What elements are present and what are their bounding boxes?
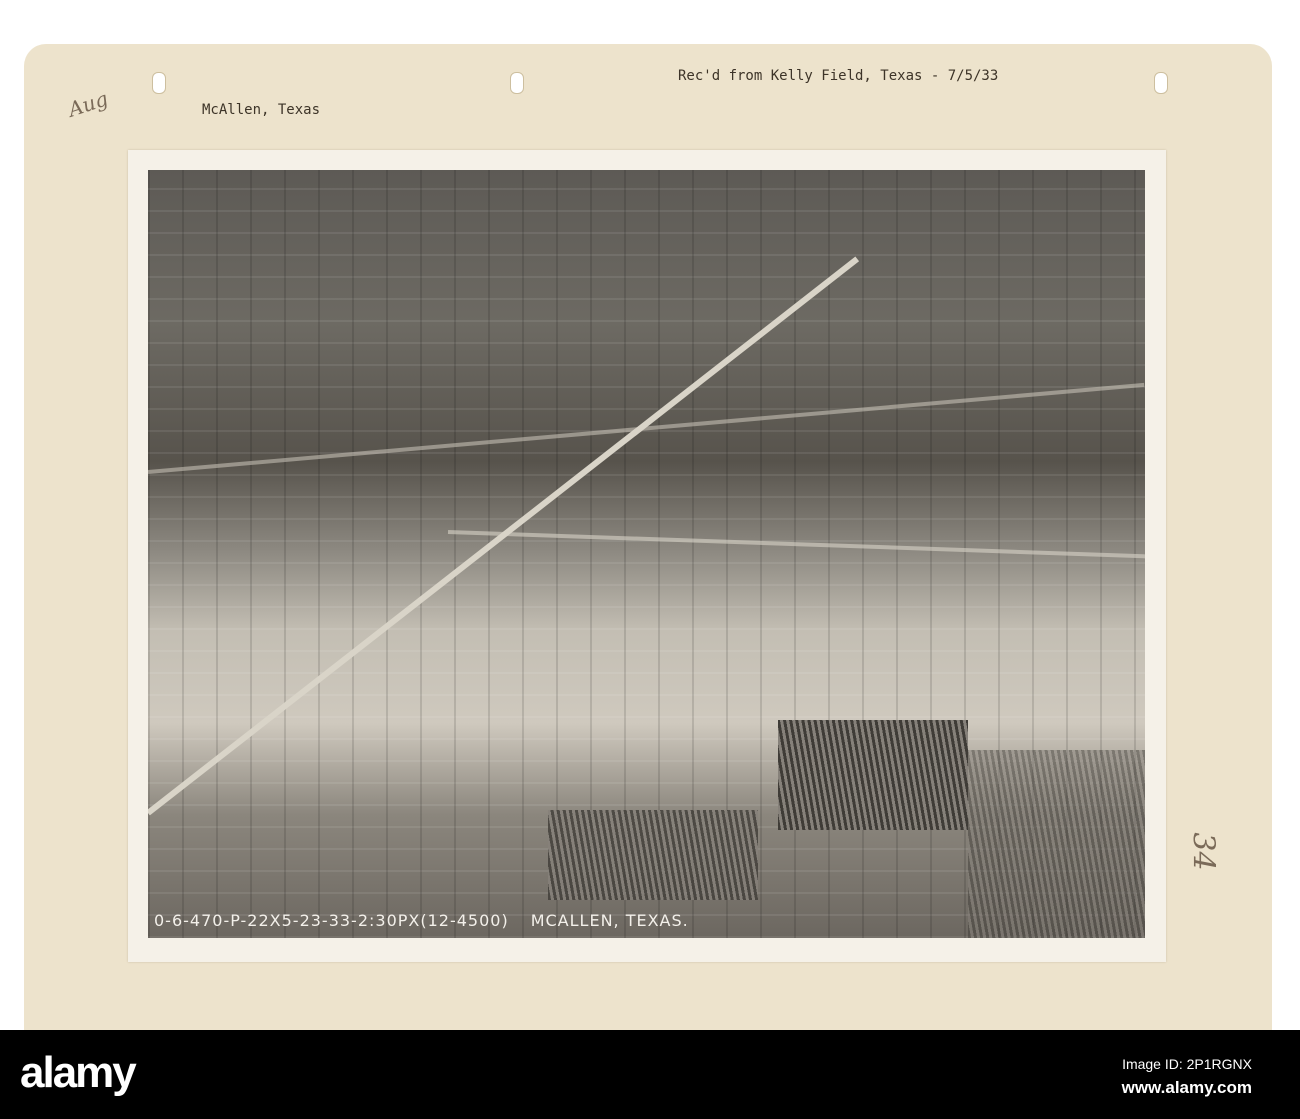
orchard (548, 810, 758, 900)
caption-code: 0-6-470-P-22X5-23-33-2:30PX(12-4500) (154, 911, 509, 930)
caption-place: MCALLEN, TEXAS. (530, 911, 689, 930)
footer-bar: alamy Image ID: 2P1RGNX www.alamy.com (0, 1030, 1300, 1119)
aerial-photo: 0-6-470-P-22X5-23-33-2:30PX(12-4500) MCAL… (148, 170, 1145, 938)
photo-caption: 0-6-470-P-22X5-23-33-2:30PX(12-4500) MCAL… (154, 911, 711, 930)
location-label: McAllen, Texas (202, 102, 321, 118)
orchard (778, 720, 968, 830)
punch-hole (152, 72, 166, 94)
punch-hole (510, 72, 524, 94)
site-url[interactable]: www.alamy.com (1122, 1078, 1252, 1098)
punch-hole (1154, 72, 1168, 94)
image-id: Image ID: 2P1RGNX (1122, 1056, 1252, 1072)
handwritten-note: Aug (65, 86, 111, 122)
handwritten-number: 34 (1185, 832, 1221, 871)
photo-mount: 0-6-470-P-22X5-23-33-2:30PX(12-4500) MCAL… (128, 150, 1166, 962)
received-note: Rec'd from Kelly Field, Texas - 7/5/33 (678, 68, 999, 84)
alamy-logo: alamy (20, 1048, 137, 1097)
orchard (968, 750, 1145, 938)
archival-card: Aug McAllen, Texas Rec'd from Kelly Fiel… (24, 44, 1272, 1030)
